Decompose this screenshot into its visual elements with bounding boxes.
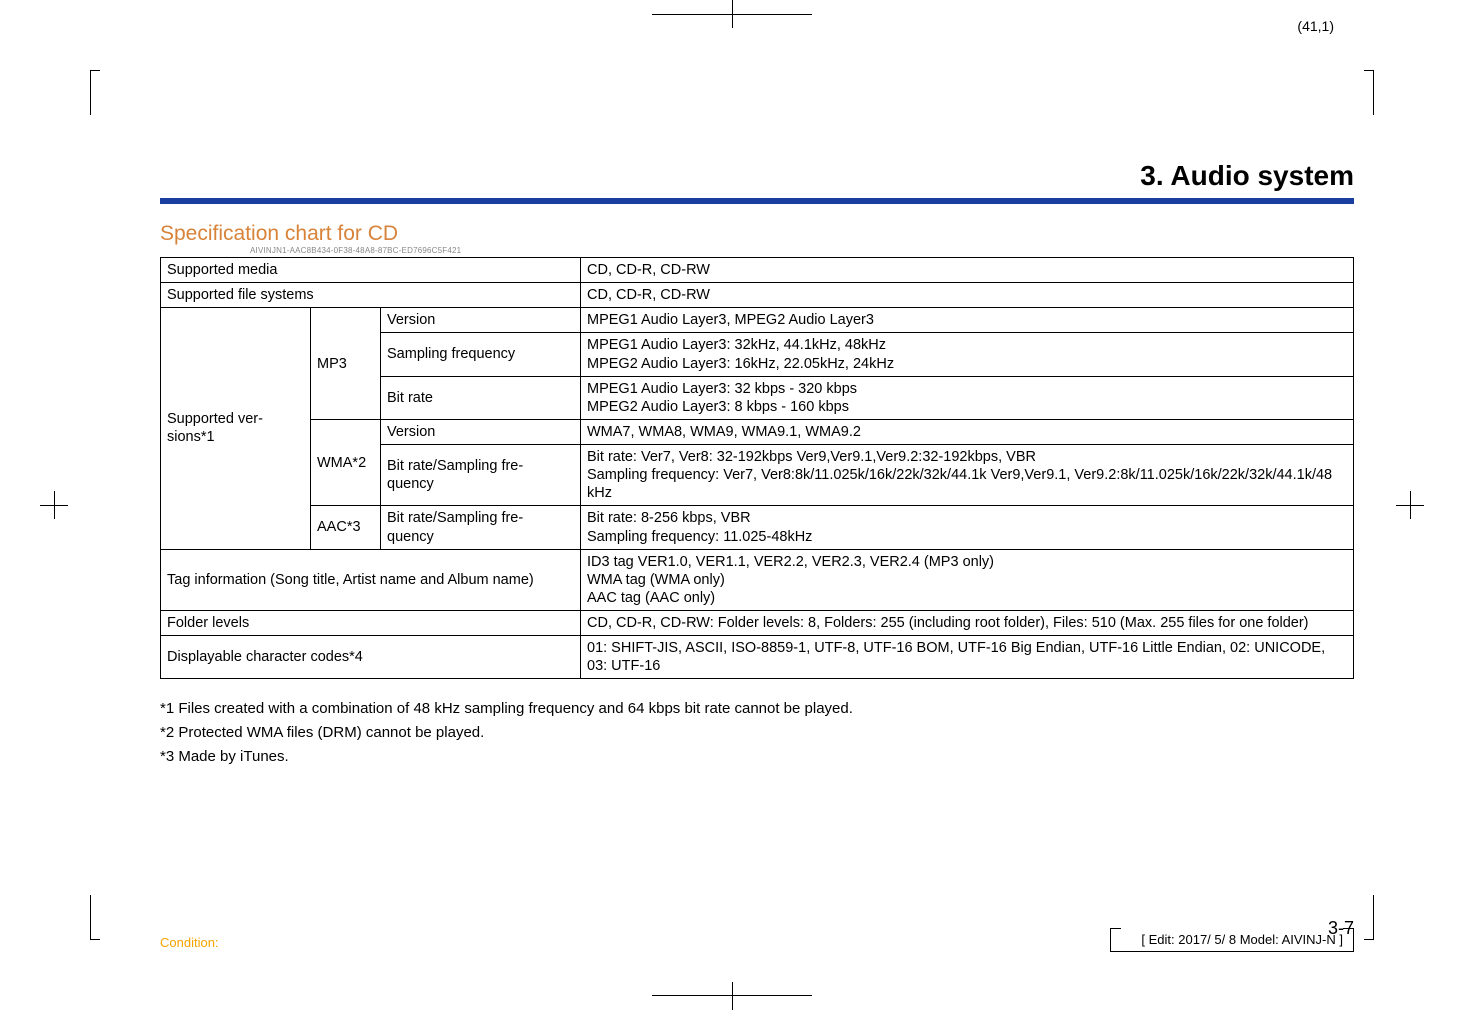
bracket-top-left: [90, 70, 108, 115]
bracket-bottom-right-h: [1364, 939, 1374, 940]
title-rule: [160, 198, 1354, 204]
bracket-top-left-h: [90, 70, 100, 71]
table-row: Tag information (Song title, Artist name…: [161, 549, 1354, 610]
registration-mark-right: [1396, 491, 1424, 519]
cell-mp3-sampling-label: Sampling frequency: [381, 333, 581, 376]
cell-wma-brsf-label: Bit rate/Sampling fre- quency: [381, 445, 581, 506]
specification-table: Supported media CD, CD-R, CD-RW Supporte…: [160, 257, 1354, 679]
cell-charcodes-value: 01: SHIFT-JIS, ASCII, ISO-8859-1, UTF-8,…: [581, 636, 1354, 679]
cell-tag-label: Tag information (Song title, Artist name…: [161, 549, 581, 610]
cell-supported-fs-label: Supported file systems: [161, 283, 581, 308]
table-row: WMA*2 Version WMA7, WMA8, WMA9, WMA9.1, …: [161, 419, 1354, 444]
registration-mark-left: [40, 491, 68, 519]
cell-folder-label: Folder levels: [161, 611, 581, 636]
cell-aac-brsf-value: Bit rate: 8-256 kbps, VBR Sampling frequ…: [581, 506, 1354, 549]
chapter-title: 3. Audio system: [160, 160, 1354, 192]
bracket-bottom-left-h: [90, 939, 100, 940]
cell-wma-label: WMA*2: [311, 419, 381, 506]
cell-supported-versions-label: Supported ver- sions*1: [161, 308, 311, 549]
footer-edit-text: Edit: 2017/ 5/ 8 Model: AIVINJ-N ]: [1149, 932, 1343, 947]
cell-mp3-sampling-value: MPEG1 Audio Layer3: 32kHz, 44.1kHz, 48kH…: [581, 333, 1354, 376]
cell-tag-value: ID3 tag VER1.0, VER1.1, VER2.2, VER2.3, …: [581, 549, 1354, 610]
bracket-top-right-h: [1364, 70, 1374, 71]
bracket-bottom-left: [90, 895, 108, 940]
table-row: Supported file systems CD, CD-R, CD-RW: [161, 283, 1354, 308]
cell-aac-label: AAC*3: [311, 506, 381, 549]
footnote-2: *2 Protected WMA files (DRM) cannot be p…: [160, 721, 1354, 745]
footnote-3: *3 Made by iTunes.: [160, 745, 1354, 769]
cell-mp3-label: MP3: [311, 308, 381, 420]
page-coordinate: (41,1): [1297, 18, 1334, 34]
cell-supported-media-value: CD, CD-R, CD-RW: [581, 258, 1354, 283]
cell-mp3-version-label: Version: [381, 308, 581, 333]
footnotes: *1 Files created with a combination of 4…: [160, 697, 1354, 769]
cell-supported-media-label: Supported media: [161, 258, 581, 283]
cell-supported-fs-value: CD, CD-R, CD-RW: [581, 283, 1354, 308]
table-row: Folder levels CD, CD-R, CD-RW: Folder le…: [161, 611, 1354, 636]
cell-mp3-bitrate-value: MPEG1 Audio Layer3: 32 kbps - 320 kbps M…: [581, 376, 1354, 419]
cell-aac-brsf-label: Bit rate/Sampling fre- quency: [381, 506, 581, 549]
cell-wma-brsf-value: Bit rate: Ver7, Ver8: 32-192kbps Ver9,Ve…: [581, 445, 1354, 506]
footer-condition: Condition:: [160, 935, 219, 950]
cell-mp3-bitrate-label: Bit rate: [381, 376, 581, 419]
page-content: 3. Audio system Specification chart for …: [160, 160, 1354, 769]
crop-mark-top: [652, 0, 812, 28]
cell-wma-version-value: WMA7, WMA8, WMA9, WMA9.1, WMA9.2: [581, 419, 1354, 444]
cell-folder-value: CD, CD-R, CD-RW: Folder levels: 8, Folde…: [581, 611, 1354, 636]
footnote-1: *1 Files created with a combination of 4…: [160, 697, 1354, 721]
footer-edit-info: [ Edit: 2017/ 5/ 8 Model: AIVINJ-N ]: [1110, 928, 1354, 952]
bracket-top-right: [1356, 70, 1374, 115]
cell-wma-version-label: Version: [381, 419, 581, 444]
table-row: Supported ver- sions*1 MP3 Version MPEG1…: [161, 308, 1354, 333]
cell-mp3-version-value: MPEG1 Audio Layer3, MPEG2 Audio Layer3: [581, 308, 1354, 333]
document-id: AIVINJN1-AAC8B434-0F38-48A8-87BC-ED7696C…: [250, 246, 1354, 255]
table-row: AAC*3 Bit rate/Sampling fre- quency Bit …: [161, 506, 1354, 549]
section-title: Specification chart for CD: [160, 222, 1354, 246]
table-row: Displayable character codes*4 01: SHIFT-…: [161, 636, 1354, 679]
table-row: Supported media CD, CD-R, CD-RW: [161, 258, 1354, 283]
bracket-bottom-right: [1356, 895, 1374, 940]
crop-mark-bottom: [652, 982, 812, 1010]
cell-charcodes-label: Displayable character codes*4: [161, 636, 581, 679]
